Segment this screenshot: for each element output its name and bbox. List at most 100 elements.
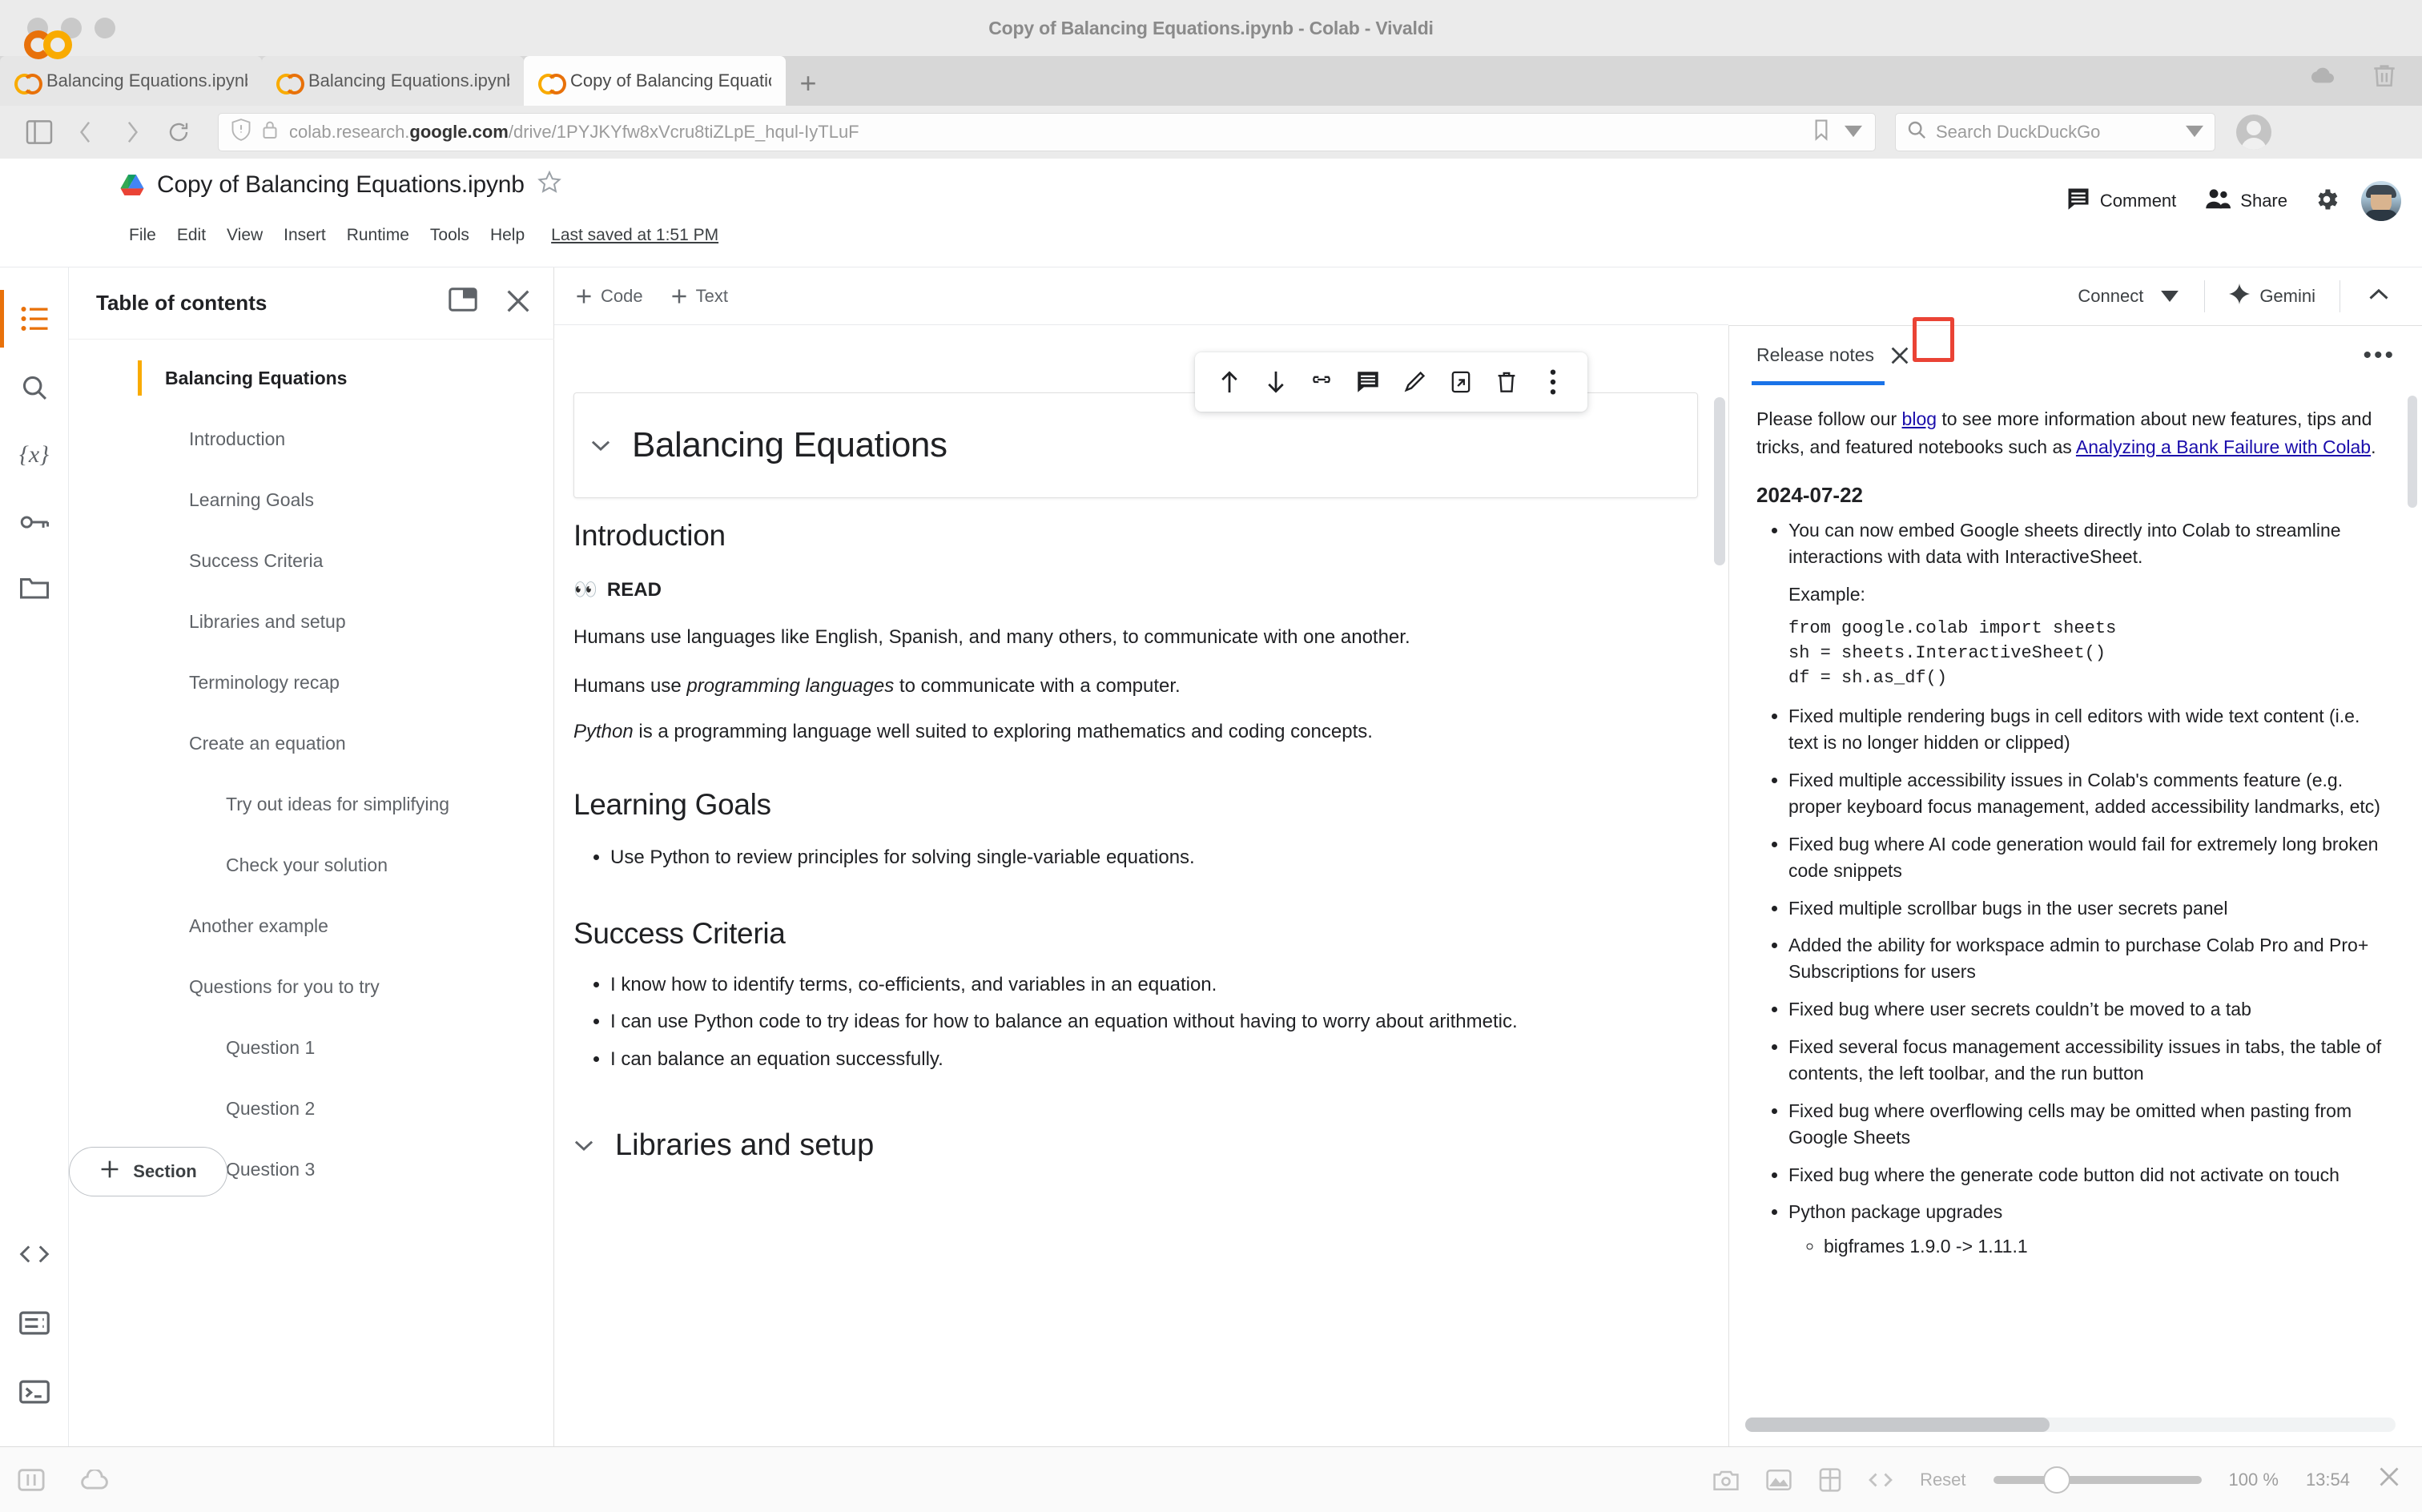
forward-button[interactable] [109,109,155,155]
star-icon[interactable] [537,170,561,199]
tab-release-notes[interactable]: Release notes [1729,326,1921,385]
back-button[interactable] [62,109,109,155]
panel-toggle-icon[interactable] [16,109,62,155]
toc-item-questions-for-you-to-try[interactable]: Questions for you to try [69,956,554,1017]
scrollbar-thumb[interactable] [1745,1418,2050,1432]
chevron-down-icon[interactable] [590,433,611,458]
toc-item-learning-goals[interactable]: Learning Goals [69,469,554,530]
browser-tab-1[interactable]: Balancing Equations.ipynb [0,56,262,106]
developer-tools-icon[interactable] [1869,1471,1893,1489]
trash-icon[interactable] [2371,61,2398,94]
last-saved-status[interactable]: Last saved at 1:51 PM [551,226,718,245]
share-button[interactable]: Share [2191,179,2302,223]
toc-close-icon[interactable] [505,288,532,319]
bookmark-icon[interactable] [1812,119,1830,146]
zoom-slider-knob[interactable] [2042,1466,2070,1494]
reload-button[interactable] [155,109,202,155]
toc-item-label: Try out ideas for simplifying [226,793,450,814]
bank-failure-notebook-link[interactable]: Analyzing a Bank Failure with Colab [2076,436,2371,457]
move-cell-up-icon[interactable] [1213,365,1246,399]
toc-item-introduction[interactable]: Introduction [69,408,554,469]
zoom-slider[interactable] [1993,1466,2202,1494]
toc-item-balancing-equations[interactable]: Balancing Equations [69,348,554,408]
search-input[interactable]: Search DuckDuckGo [1895,113,2215,151]
browser-tab-3-active[interactable]: Copy of Balancing Equations.ipynb [524,56,786,106]
secrets-key-icon[interactable] [15,503,54,541]
variables-icon[interactable]: {x} [15,436,54,474]
google-drive-icon[interactable] [120,174,144,196]
table-of-contents-icon[interactable] [15,300,54,338]
menu-tools[interactable]: Tools [420,223,480,248]
menu-insert[interactable]: Insert [273,223,336,248]
menu-help[interactable]: Help [480,223,535,248]
gemini-label: Gemini [2259,286,2315,306]
chevron-down-icon[interactable] [2161,286,2179,307]
code-snippets-icon[interactable] [15,1235,54,1273]
tiling-layout-icon[interactable] [1819,1467,1841,1492]
libraries-section-header[interactable]: Libraries and setup [573,1128,1698,1163]
scrollbar-thumb[interactable] [1714,397,1725,565]
copy-to-drive-icon[interactable] [1444,365,1478,399]
image-capture-icon[interactable] [1766,1469,1792,1491]
page-title[interactable]: Copy of Balancing Equations.ipynb [157,171,525,199]
camera-capture-icon[interactable] [1713,1469,1739,1491]
cloud-sync-icon[interactable] [2307,64,2339,90]
cloud-icon[interactable] [80,1469,111,1490]
edit-icon[interactable] [1398,365,1431,399]
more-options-icon[interactable] [1536,365,1570,399]
page-tiling-icon[interactable] [18,1468,45,1491]
scrollbar-thumb[interactable] [2408,396,2417,508]
add-comment-icon[interactable] [1351,365,1385,399]
toc-item-question-1[interactable]: Question 1 [69,1017,554,1078]
new-tab-button[interactable]: + [786,61,831,106]
list-item: Use Python to review principles for solv… [610,842,1698,874]
add-code-cell-button[interactable]: Code [575,286,643,307]
gear-icon[interactable] [2313,186,2340,217]
add-text-cell-button[interactable]: Text [670,286,728,307]
collapse-panel-icon[interactable] [2352,281,2406,312]
menu-runtime[interactable]: Runtime [336,223,420,248]
list-item: Fixed multiple rendering bugs in cell ed… [1788,703,2389,756]
toc-item-libraries-and-setup[interactable]: Libraries and setup [69,591,554,652]
toc-item-another-example[interactable]: Another example [69,895,554,956]
notebook-scrollbar[interactable] [1714,397,1725,1342]
close-icon[interactable] [1885,339,1914,372]
colab-logo-icon[interactable] [24,27,74,62]
gemini-button[interactable]: Gemini [2216,277,2328,316]
comment-button[interactable]: Comment [2052,179,2191,223]
menu-view[interactable]: View [216,223,273,248]
url-input[interactable]: colab.research.google.com/drive/1PYJKYfw… [218,113,1876,151]
toc-item-create-an-equation[interactable]: Create an equation [69,713,554,774]
menu-file[interactable]: File [119,223,167,248]
files-folder-icon[interactable] [15,569,54,607]
move-cell-down-icon[interactable] [1259,365,1293,399]
toc-item-success-criteria[interactable]: Success Criteria [69,530,554,591]
release-notes-vertical-scrollbar[interactable] [2408,396,2417,1285]
close-statusbar-icon[interactable] [2377,1465,2401,1495]
browser-profile-avatar[interactable] [2236,115,2271,150]
search-engine-dropdown-icon[interactable] [2186,122,2203,143]
toc-item-label: Check your solution [226,854,388,875]
panel-more-options-icon[interactable]: ••• [2363,342,2422,369]
menu-edit[interactable]: Edit [167,223,216,248]
zoom-reset-button[interactable]: Reset [1920,1470,1965,1490]
toc-item-check-your-solution[interactable]: Check your solution [69,834,554,895]
delete-cell-icon[interactable] [1490,365,1523,399]
terminal-icon[interactable] [15,1373,54,1411]
url-dropdown-icon[interactable] [1845,122,1862,143]
blog-link[interactable]: blog [1902,408,1937,429]
link-to-cell-icon[interactable] [1305,365,1338,399]
connect-button[interactable]: Connect [2063,279,2193,313]
browser-tab-2[interactable]: Balancing Equations.ipynb [262,56,524,106]
command-palette-icon[interactable] [15,1304,54,1342]
toc-item-terminology-recap[interactable]: Terminology recap [69,652,554,713]
add-section-button[interactable]: Section [69,1147,227,1196]
chevron-down-icon[interactable] [573,1133,594,1158]
toc-item-question-2[interactable]: Question 2 [69,1078,554,1139]
toc-item-try-out-ideas[interactable]: Try out ideas for simplifying [69,774,554,834]
release-notes-horizontal-scrollbar[interactable] [1745,1418,2396,1432]
user-avatar[interactable] [2361,181,2401,221]
search-icon[interactable] [15,368,54,407]
toc-item-label: Question 1 [226,1036,316,1058]
toc-popout-icon[interactable] [449,288,477,319]
